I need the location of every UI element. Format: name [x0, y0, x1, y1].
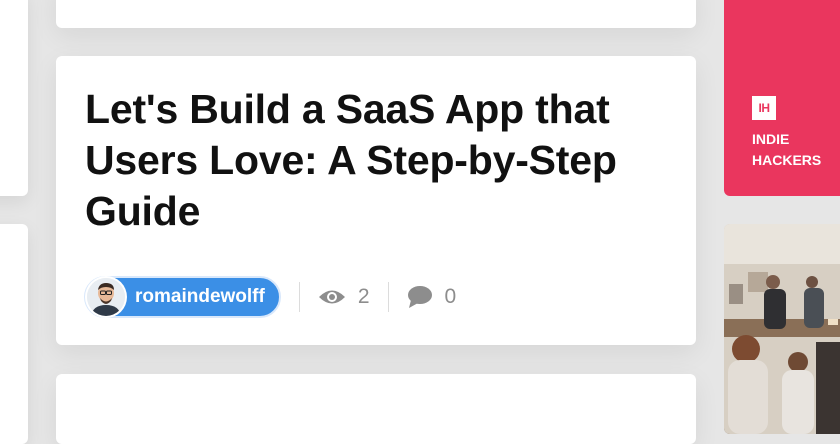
views-count: 2	[357, 285, 370, 308]
previous-post-card[interactable]	[56, 0, 696, 28]
indie-hackers-card[interactable]: IH INDIE HACKERS	[724, 0, 840, 196]
avatar	[87, 278, 125, 316]
divider	[387, 282, 389, 312]
author-name: romaindewolff	[135, 286, 265, 307]
comments-stat[interactable]: 0	[407, 285, 457, 309]
divider	[298, 282, 300, 312]
post-meta: romaindewolff 2 0	[84, 276, 456, 318]
post-card[interactable]: Let's Build a SaaS App that Users Love: …	[56, 56, 696, 345]
left-card-bottom[interactable]	[0, 224, 28, 444]
next-post-card[interactable]	[56, 374, 696, 444]
eye-icon	[318, 290, 345, 304]
indie-hackers-label: INDIE HACKERS	[752, 131, 822, 168]
event-photo-card[interactable]	[724, 224, 840, 434]
comments-count: 0	[444, 285, 457, 308]
indie-hackers-logo: IH	[752, 96, 776, 120]
event-photo	[724, 224, 840, 434]
author-button[interactable]: romaindewolff	[84, 276, 281, 318]
speech-bubble-icon	[407, 286, 432, 308]
post-title[interactable]: Let's Build a SaaS App that Users Love: …	[85, 84, 645, 237]
views-stat: 2	[318, 285, 370, 309]
left-card-top[interactable]	[0, 0, 28, 196]
